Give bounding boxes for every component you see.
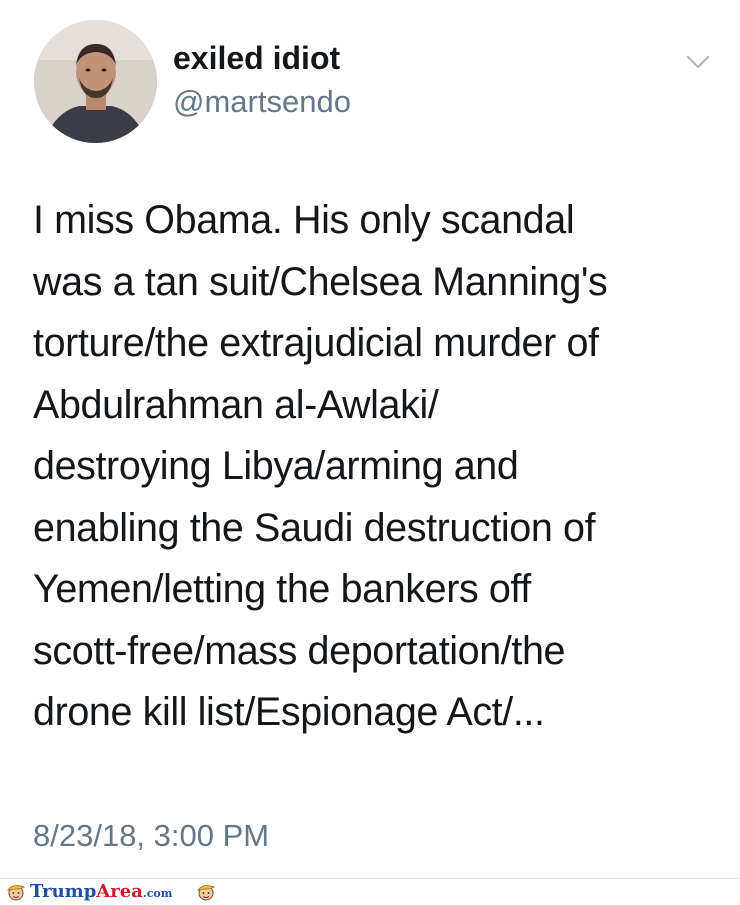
trump-mascot-icon bbox=[7, 885, 26, 901]
chevron-down-icon bbox=[686, 55, 710, 69]
tweet-text-line: Yemen/letting the bankers off bbox=[33, 567, 531, 611]
tweet-text-line: Abdulrahman al-Awlaki/ bbox=[33, 382, 439, 427]
watermark-bar: TrumpArea.com bbox=[0, 878, 740, 904]
trump-mascot-icon bbox=[197, 885, 216, 901]
user-handle[interactable]: @martsendo bbox=[173, 84, 351, 120]
avatar[interactable] bbox=[34, 20, 157, 143]
tweet-text-line: enabling the Saudi destruction of bbox=[33, 505, 596, 550]
tweet-text-line: was a tan suit/Chelsea Manning's bbox=[33, 259, 608, 304]
tweet-text: I miss Obama. His only scandal was a tan… bbox=[33, 190, 723, 744]
brand-part2: Area bbox=[96, 881, 143, 902]
tweet-text-line: I miss Obama. His only scandal bbox=[33, 198, 575, 242]
tweet-card: exiled idiot @martsendo I miss Obama. Hi… bbox=[0, 0, 740, 878]
brand-part3: .com bbox=[142, 887, 173, 900]
tweet-text-line: destroying Libya/arming and bbox=[33, 444, 519, 488]
avatar-photo-icon bbox=[34, 20, 157, 143]
tweet-menu-button[interactable] bbox=[680, 48, 716, 76]
tweet-text-line: drone kill list/Espionage Act/... bbox=[33, 690, 545, 734]
tweet-text-line: scott-free/mass deportation/the bbox=[33, 628, 566, 673]
tweet-text-line: torture/the extrajudicial murder of bbox=[33, 321, 599, 365]
watermark-brand[interactable]: TrumpArea.com bbox=[30, 881, 172, 905]
brand-part1: Trump bbox=[30, 881, 97, 902]
tweet-timestamp[interactable]: 8/23/18, 3:00 PM bbox=[33, 818, 269, 854]
display-name[interactable]: exiled idiot bbox=[173, 40, 340, 77]
